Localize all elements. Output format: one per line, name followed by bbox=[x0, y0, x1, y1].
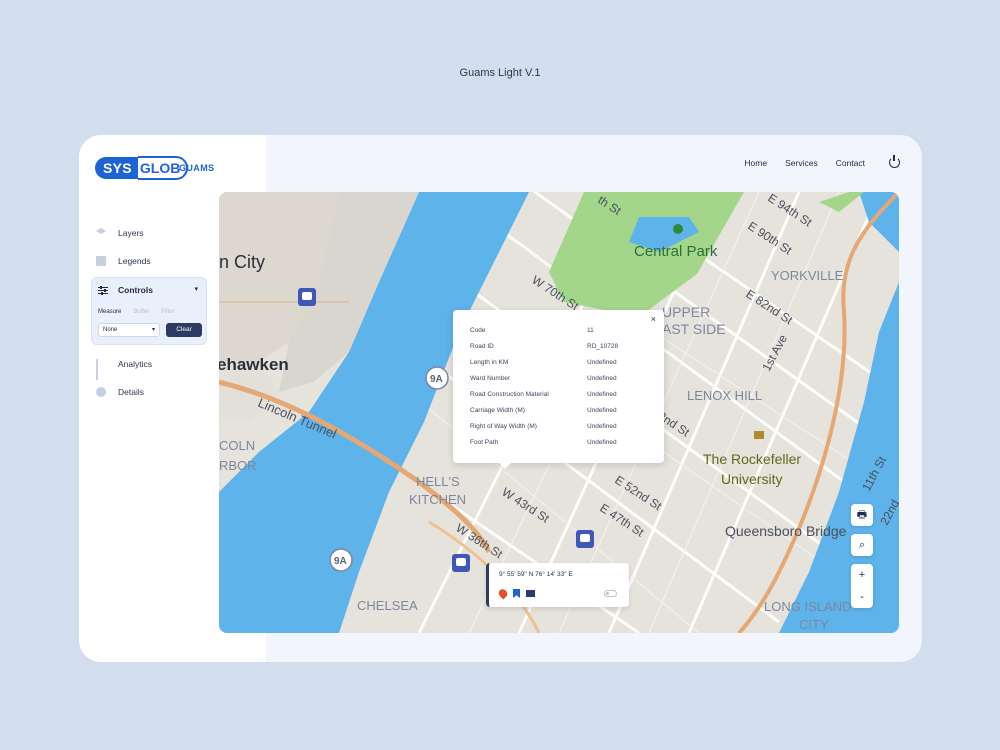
product-name: GUAMS bbox=[179, 163, 215, 173]
map-label: LENOX HILL bbox=[687, 388, 762, 403]
clear-button[interactable]: Clear bbox=[166, 323, 202, 337]
info-value: Undefined bbox=[587, 407, 617, 414]
info-icon bbox=[96, 387, 106, 397]
info-row: Foot Path Undefined bbox=[470, 439, 650, 446]
page-caption: Guams Light V.1 bbox=[459, 67, 541, 79]
map-label: The Rockefeller bbox=[703, 451, 801, 467]
map-label: KITCHEN bbox=[409, 492, 466, 507]
coordinate-actions bbox=[496, 587, 535, 600]
tab-measure[interactable]: Measure bbox=[98, 309, 121, 315]
info-row: Road Construction Material Undefined bbox=[470, 391, 650, 398]
tab-buffer[interactable]: Buffer bbox=[133, 309, 149, 315]
nav-services[interactable]: Services bbox=[785, 158, 818, 168]
info-value: Undefined bbox=[587, 391, 617, 398]
info-row: Ward Number Undefined bbox=[470, 375, 650, 382]
bar-chart-icon bbox=[96, 359, 106, 380]
map-search-button[interactable]: ⌕ bbox=[851, 534, 873, 556]
sidebar-item-details[interactable]: Details bbox=[96, 387, 144, 397]
map-label: CITY bbox=[799, 617, 829, 632]
info-key: Code bbox=[470, 327, 486, 334]
sidebar-item-label: Analytics bbox=[118, 359, 153, 369]
map-label: COLN bbox=[219, 438, 255, 453]
info-key: Length in KM bbox=[470, 359, 509, 366]
info-row: Road ID RD_10728 bbox=[470, 343, 650, 350]
search-icon: ⌕ bbox=[858, 538, 866, 551]
feature-info-popup: × Code 11 Road ID RD_10728 Length in KM Und… bbox=[453, 310, 664, 469]
zoom-out-button[interactable]: - bbox=[851, 586, 873, 608]
map-label: LONG ISLAND bbox=[764, 599, 851, 614]
info-key: Right of Way Width (M) bbox=[470, 423, 537, 430]
map-label: n City bbox=[219, 252, 265, 272]
info-row: Right of Way Width (M) Undefined bbox=[470, 423, 650, 430]
sidebar-item-label: Details bbox=[118, 387, 144, 397]
app-window: SYS GLOB GUAMS Layers Legends Controls ▾… bbox=[79, 135, 922, 662]
map-label: AST SIDE bbox=[662, 321, 726, 337]
nav-home[interactable]: Home bbox=[744, 158, 767, 168]
coordinate-readout: 9° 55' 59" N 76° 14' 33" E bbox=[499, 571, 573, 578]
chevron-down-icon[interactable]: ▾ bbox=[194, 285, 198, 293]
location-pin-icon[interactable] bbox=[496, 587, 510, 600]
route-badge: 9A bbox=[334, 556, 347, 567]
measure-select[interactable]: None ▾ bbox=[98, 323, 160, 337]
nav-contact[interactable]: Contact bbox=[836, 158, 865, 168]
bookmark-icon[interactable] bbox=[513, 589, 520, 598]
info-value: RD_10728 bbox=[587, 343, 619, 350]
map-label: University bbox=[721, 471, 782, 487]
info-value: 11 bbox=[587, 327, 594, 334]
sliders-icon bbox=[98, 285, 108, 295]
map-label: UPPER bbox=[662, 304, 710, 320]
layers-icon bbox=[96, 228, 106, 234]
top-nav: Home Services Contact bbox=[744, 158, 865, 168]
sidebar-item-label: Layers bbox=[118, 228, 144, 238]
sidebar-item-layers[interactable]: Layers bbox=[96, 228, 144, 238]
close-icon[interactable]: × bbox=[651, 314, 656, 324]
info-key: Carriage Width (M) bbox=[470, 407, 525, 414]
map-label: RBOR bbox=[219, 458, 257, 473]
map-label: HELL'S bbox=[416, 474, 460, 489]
map-label: Central Park bbox=[634, 243, 718, 260]
select-value: None bbox=[103, 327, 118, 333]
info-key: Foot Path bbox=[470, 439, 499, 446]
logo-part1: SYS bbox=[95, 157, 138, 179]
info-key: Ward Number bbox=[470, 375, 511, 382]
sidebar-item-label: Legends bbox=[118, 256, 151, 266]
sidebar-item-controls[interactable]: Controls bbox=[98, 285, 153, 295]
zoom-in-button[interactable]: + bbox=[851, 564, 873, 586]
map-label: YORKVILLE bbox=[771, 268, 844, 283]
sidebar-item-analytics[interactable]: Analytics bbox=[96, 359, 153, 380]
sidebar-item-label: Controls bbox=[118, 285, 153, 295]
map-label: CHELSEA bbox=[357, 598, 418, 613]
route-badge: 9A bbox=[430, 374, 443, 385]
print-button[interactable]: 🖶 bbox=[851, 504, 873, 526]
map-label: Queensboro Bridge bbox=[725, 523, 847, 539]
map-label: ehawken bbox=[219, 355, 289, 374]
map-view[interactable]: n City ehawken Lincoln Tunnel COLN RBOR … bbox=[219, 192, 899, 633]
sidebar-item-legends[interactable]: Legends bbox=[96, 256, 151, 266]
info-value: Undefined bbox=[587, 439, 617, 446]
power-icon[interactable] bbox=[889, 155, 900, 168]
toggle-switch[interactable] bbox=[604, 590, 617, 597]
info-value: Undefined bbox=[587, 359, 617, 366]
info-value: Undefined bbox=[587, 423, 617, 430]
info-key: Road Construction Material bbox=[470, 391, 549, 398]
info-row: Carriage Width (M) Undefined bbox=[470, 407, 650, 414]
mail-icon[interactable] bbox=[526, 590, 535, 597]
coordinate-card: 9° 55' 59" N 76° 14' 33" E bbox=[486, 563, 629, 607]
info-value: Undefined bbox=[587, 375, 617, 382]
chevron-down-icon: ▾ bbox=[151, 327, 155, 333]
tab-filter[interactable]: Filter bbox=[161, 309, 174, 315]
zoom-controls: + - bbox=[851, 564, 873, 608]
info-row: Code 11 bbox=[470, 327, 650, 334]
controls-panel: Controls ▾ Measure Buffer Filter None ▾ … bbox=[91, 277, 207, 345]
info-key: Road ID bbox=[470, 343, 494, 350]
printer-icon: 🖶 bbox=[856, 508, 868, 521]
controls-tabs: Measure Buffer Filter bbox=[98, 309, 175, 315]
logo[interactable]: SYS GLOB bbox=[95, 156, 189, 180]
map-icon bbox=[96, 256, 106, 266]
info-row: Length in KM Undefined bbox=[470, 359, 650, 366]
